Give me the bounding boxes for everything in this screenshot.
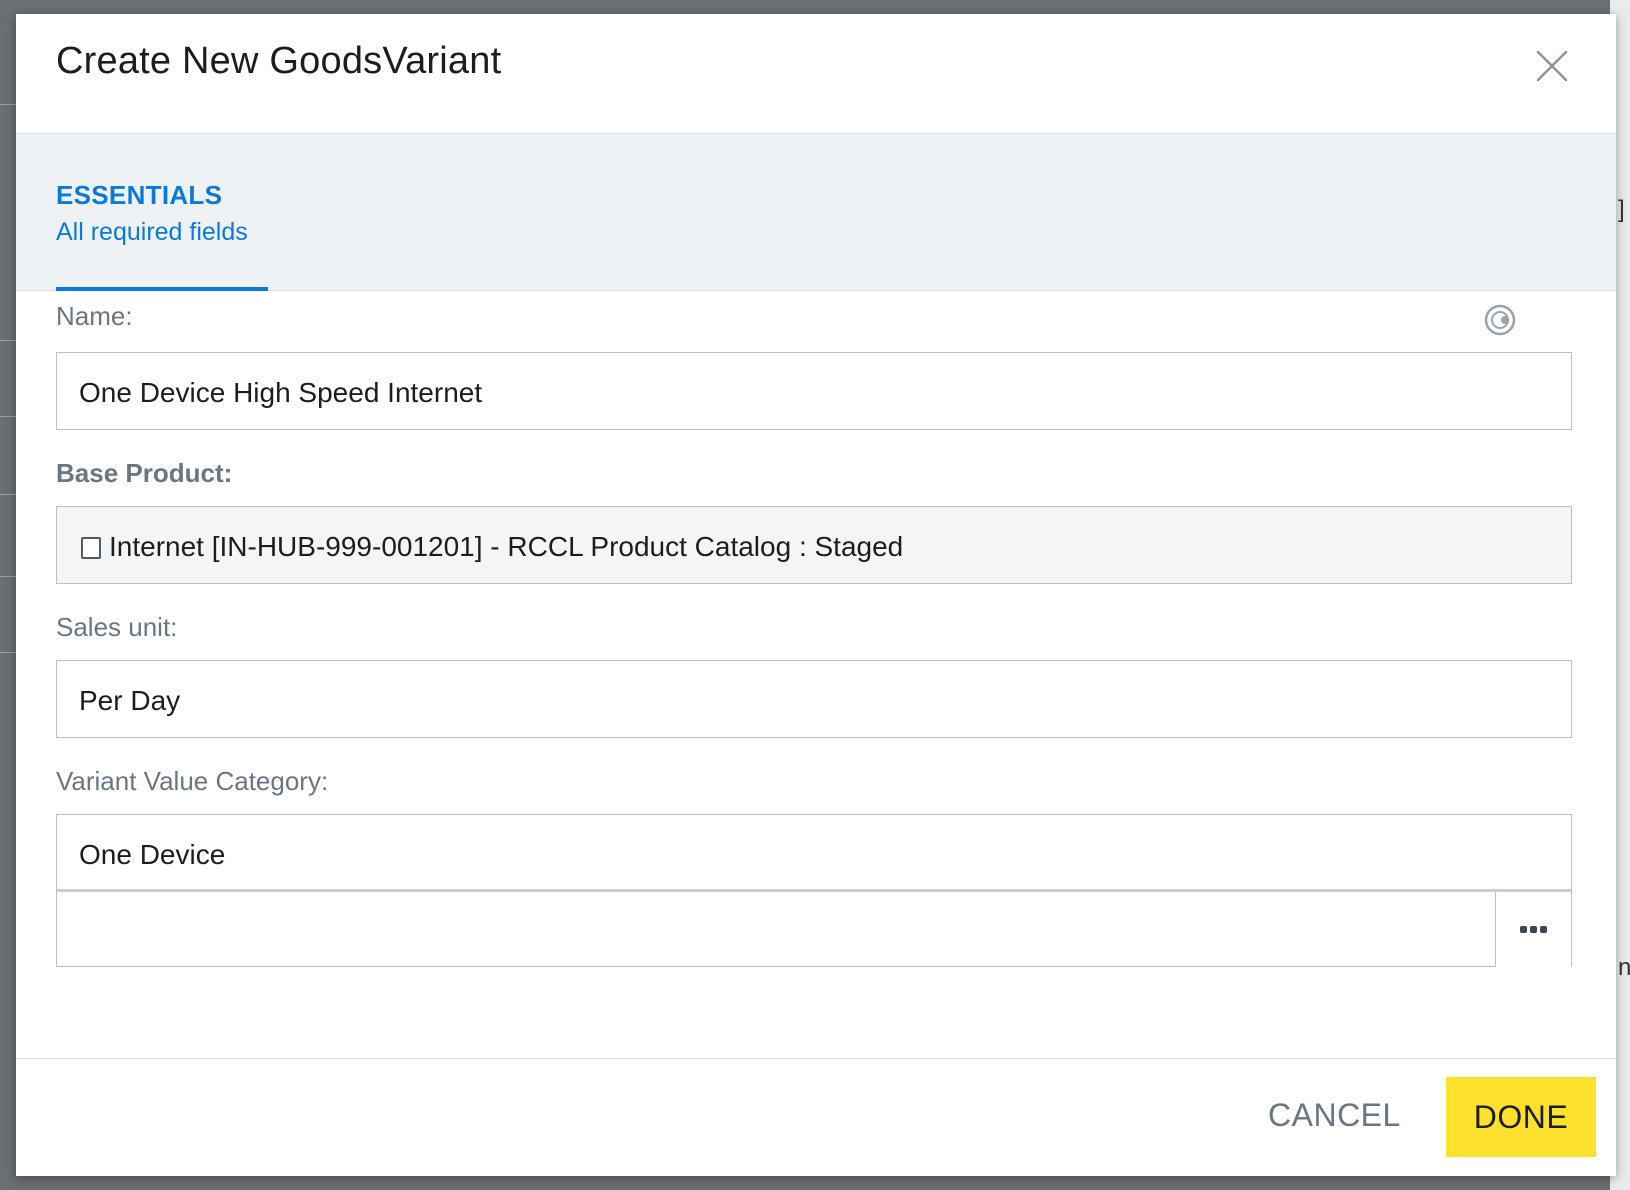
- dialog-footer: CANCEL DONE: [16, 1058, 1616, 1176]
- background-divider: [0, 494, 16, 495]
- name-field[interactable]: One Device High Speed Internet: [56, 352, 1572, 430]
- done-button[interactable]: DONE: [1446, 1077, 1596, 1157]
- background-divider: [0, 416, 16, 417]
- base-product-value: Internet [IN-HUB-999-001201] - RCCL Prod…: [109, 531, 904, 562]
- variant-value-category-input[interactable]: [57, 892, 1495, 967]
- variant-value-category-value: One Device: [79, 839, 226, 870]
- dialog-title: Create New GoodsVariant: [56, 40, 502, 82]
- background-divider: [0, 652, 16, 653]
- background-text-fragment: n: [1618, 954, 1630, 981]
- cancel-button[interactable]: CANCEL: [1268, 1097, 1401, 1134]
- tab-title: ESSENTIALS: [56, 180, 223, 210]
- close-icon: [1536, 50, 1568, 82]
- variant-value-category-label: Variant Value Category:: [56, 766, 329, 796]
- background-divider: [0, 340, 16, 341]
- tab-subtitle: All required fields: [56, 218, 248, 246]
- create-goodsvariant-dialog: Create New GoodsVariant ESSENTIALS All r…: [16, 14, 1616, 1176]
- variant-value-category-item[interactable]: One Device: [56, 814, 1572, 892]
- tab-essentials[interactable]: ESSENTIALS All required fields: [56, 134, 268, 291]
- dialog-header: Create New GoodsVariant: [16, 14, 1616, 134]
- sales-unit-value: Per Day: [79, 685, 181, 716]
- checkbox-icon[interactable]: [81, 537, 101, 559]
- name-label: Name:: [56, 301, 133, 331]
- browse-button[interactable]: [1495, 892, 1571, 967]
- sales-unit-label: Sales unit:: [56, 612, 178, 642]
- globe-icon: [1484, 304, 1516, 336]
- close-button[interactable]: [1532, 46, 1572, 86]
- name-value: One Device High Speed Internet: [79, 377, 483, 408]
- base-product-label: Base Product:: [56, 458, 233, 488]
- tab-bar: ESSENTIALS All required fields: [16, 134, 1616, 291]
- background-divider: [0, 104, 16, 105]
- base-product-field: Internet [IN-HUB-999-001201] - RCCL Prod…: [56, 506, 1572, 584]
- background-bracket-glyph: ]: [1618, 196, 1625, 223]
- ellipsis-icon: [1520, 926, 1547, 933]
- variant-value-category-search-row: [56, 889, 1572, 967]
- language-globe-icon[interactable]: [1482, 302, 1518, 338]
- sales-unit-field[interactable]: Per Day: [56, 660, 1572, 738]
- background-divider: [0, 576, 16, 577]
